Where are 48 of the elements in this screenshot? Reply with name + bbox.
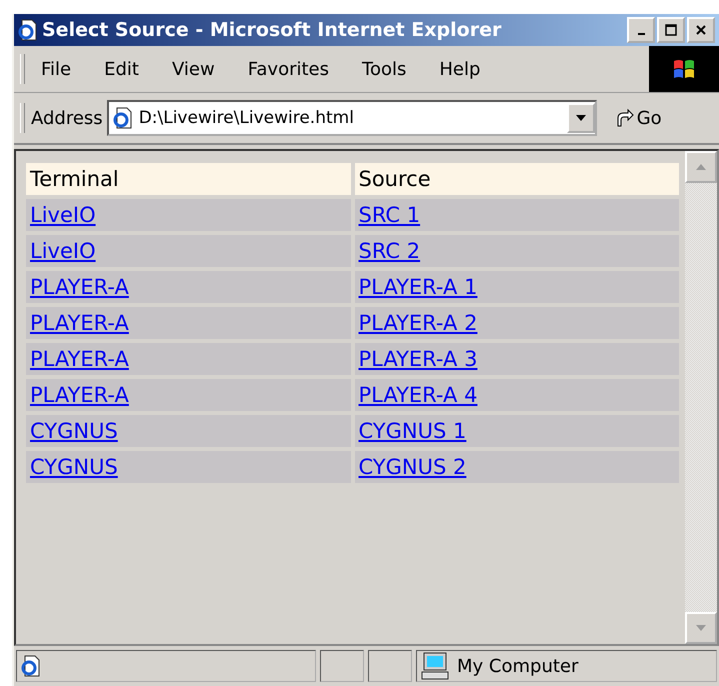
menu-item[interactable]: Edit [104, 58, 139, 80]
page-icon [112, 107, 133, 129]
menu-item[interactable]: Help [439, 58, 480, 80]
window-title: Select Source - Microsoft Internet Explorer [42, 19, 502, 41]
close-icon [695, 24, 707, 36]
link[interactable]: PLAYER-A [30, 275, 129, 299]
computer-icon [421, 652, 451, 680]
address-field[interactable]: D:\Livewire\Livewire.html [106, 100, 597, 136]
column-header: Source [354, 163, 679, 195]
link[interactable]: PLAYER-A 2 [358, 311, 478, 335]
link[interactable]: PLAYER-A [30, 311, 129, 335]
caret-icon [696, 625, 706, 631]
link[interactable]: CYGNUS [30, 419, 118, 443]
page-icon [21, 655, 41, 677]
link[interactable]: LiveIO [30, 203, 96, 227]
status-pane [368, 650, 412, 682]
menu-item[interactable]: Tools [362, 58, 406, 80]
link[interactable]: LiveIO [30, 239, 96, 263]
address-label: Address [31, 108, 103, 128]
minimize-icon [638, 33, 644, 35]
dropdown-button[interactable] [566, 103, 595, 133]
caret-icon [576, 115, 586, 121]
link[interactable]: SRC 2 [358, 239, 420, 263]
link[interactable]: SRC 1 [358, 203, 420, 227]
link[interactable]: PLAYER-A [30, 347, 129, 371]
scroll-down-button[interactable] [685, 612, 717, 644]
page-icon [18, 19, 38, 41]
link[interactable]: PLAYER-A 3 [358, 347, 478, 371]
go-button[interactable]: Go [612, 106, 664, 130]
link[interactable]: CYGNUS 2 [358, 455, 466, 479]
status-pane [320, 650, 364, 682]
menu-item[interactable]: Favorites [248, 58, 330, 80]
arrow-icon [614, 108, 635, 128]
link[interactable]: PLAYER-A 4 [358, 383, 478, 407]
link[interactable]: PLAYER-A 1 [358, 275, 478, 299]
menu-item[interactable]: View [172, 58, 215, 80]
maximize-button[interactable] [657, 17, 685, 43]
zone-label: My Computer [457, 656, 578, 676]
caret-icon [696, 164, 706, 170]
close-button[interactable] [687, 17, 715, 43]
link[interactable]: CYGNUS 1 [358, 419, 466, 443]
menu-item[interactable]: File [41, 58, 72, 80]
link[interactable]: CYGNUS [30, 455, 118, 479]
maximize-icon [665, 24, 677, 36]
column-header: Terminal [26, 163, 350, 195]
link[interactable]: PLAYER-A [30, 383, 129, 407]
scroll-up-button[interactable] [685, 151, 717, 183]
windows-logo-icon [671, 57, 697, 81]
